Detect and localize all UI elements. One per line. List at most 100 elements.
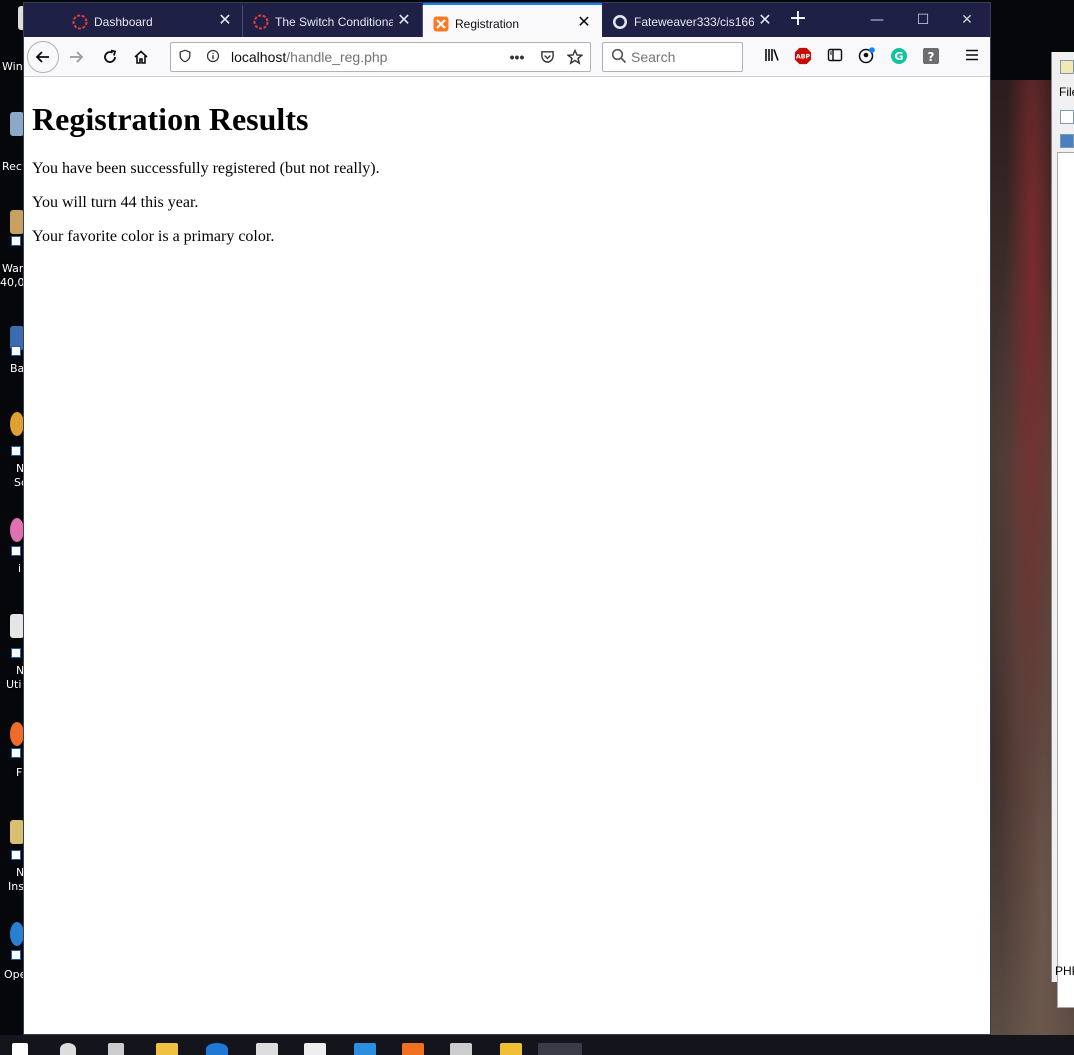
store-icon[interactable]: [256, 1043, 278, 1055]
task-view-icon[interactable]: [108, 1043, 124, 1055]
taskbar: [0, 1035, 1074, 1055]
tab-strip: Dashboard ✕ The Switch Conditional ✕ Reg…: [24, 3, 990, 37]
desktop-icon-i[interactable]: i: [0, 516, 24, 580]
notepad-taskbar-button[interactable]: [538, 1043, 582, 1055]
search-bar[interactable]: [602, 42, 743, 72]
desktop-icon-warhammer[interactable]: War 40,0: [0, 206, 25, 296]
game-icon: [10, 210, 24, 234]
tab-dashboard[interactable]: Dashboard ✕: [62, 5, 243, 37]
shortcut-arrow-icon: [11, 546, 21, 556]
svg-text:?: ?: [928, 50, 935, 64]
url-text[interactable]: localhost/handle_reg.php: [231, 49, 387, 65]
tab-github[interactable]: Fateweaver333/cis166 ✕: [602, 5, 781, 37]
xampp-icon: [433, 16, 449, 32]
shortcut-arrow-icon: [11, 236, 21, 246]
desktop-icon-windows[interactable]: Win: [0, 0, 26, 80]
desktop-icon-label: War: [2, 262, 24, 275]
url-host: localhost: [231, 49, 287, 65]
file-explorer-icon[interactable]: [156, 1043, 178, 1055]
desktop-icon-label: Rec: [2, 160, 22, 173]
desktop-icon-label: Win: [2, 60, 23, 73]
github-icon: [613, 15, 627, 29]
bookmark-star-icon[interactable]: [566, 48, 584, 65]
status-language: PHP: [1055, 964, 1074, 978]
desktop-icon-recycle-bin[interactable]: Rec: [0, 104, 24, 184]
start-icon[interactable]: [12, 1043, 28, 1055]
editor-pane[interactable]: [1057, 152, 1074, 1008]
tab-title: Registration: [455, 17, 520, 31]
search-input[interactable]: [631, 48, 739, 66]
page-actions-icon[interactable]: •••: [509, 49, 525, 65]
desktop-icon-label: Uti: [6, 678, 22, 691]
url-path: /handle_reg.php: [286, 49, 388, 65]
home-button[interactable]: [127, 43, 155, 71]
app-icon: [10, 412, 24, 436]
app-icon[interactable]: [450, 1043, 472, 1055]
edge-icon[interactable]: [206, 1043, 228, 1055]
desktop-icon-label: i: [18, 562, 22, 575]
sidebar-toggle-icon[interactable]: [825, 47, 845, 67]
address-bar[interactable]: localhost/handle_reg.php •••: [170, 42, 591, 72]
desktop-icon-label: Ins: [8, 880, 24, 893]
library-icon[interactable]: [762, 47, 782, 67]
minimize-button[interactable]: —: [854, 3, 900, 37]
close-window-button[interactable]: ✕: [944, 3, 990, 37]
shortcut-arrow-icon: [11, 446, 21, 456]
help-extension-icon[interactable]: ?: [921, 47, 941, 67]
pocket-icon[interactable]: [539, 49, 555, 65]
firefox-icon: [10, 722, 24, 746]
search-icon: [611, 48, 627, 69]
close-tab-icon[interactable]: ✕: [395, 12, 413, 30]
back-button[interactable]: [27, 41, 59, 73]
desktop-icon-f[interactable]: F: [0, 720, 24, 784]
save-icon[interactable]: [1060, 134, 1074, 148]
registration-message: You have been successfully registered (b…: [32, 160, 380, 177]
desktop-icon-n-ins[interactable]: N Ins: [0, 818, 24, 902]
page-content: Registration Results You have been succe…: [24, 78, 990, 1034]
svg-text:ABP: ABP: [796, 54, 811, 61]
menu-file[interactable]: File: [1059, 85, 1074, 99]
new-file-icon[interactable]: [1060, 60, 1074, 74]
hamburger-menu-icon[interactable]: [962, 47, 982, 67]
arrow-left-icon: [35, 51, 49, 63]
shortcut-arrow-icon: [11, 346, 21, 356]
app-icon[interactable]: [500, 1043, 522, 1055]
adblock-plus-icon[interactable]: ABP: [793, 47, 813, 67]
arrow-right-icon: [70, 51, 84, 63]
desktop-icon-n-sc[interactable]: N Sc: [0, 410, 27, 494]
tab-registration[interactable]: Registration ✕: [423, 3, 602, 37]
tab-title: The Switch Conditional: [275, 15, 393, 29]
grammarly-icon[interactable]: G: [889, 47, 909, 67]
recycle-bin-icon: [10, 112, 24, 136]
reload-button[interactable]: [96, 43, 124, 71]
desktop-icon-ope[interactable]: Ope: [0, 920, 26, 990]
page-title: Registration Results: [32, 101, 309, 137]
tab-switch-conditional[interactable]: The Switch Conditional ✕: [243, 5, 423, 37]
xampp-icon[interactable]: [402, 1043, 424, 1055]
maximize-button[interactable]: ☐: [900, 3, 946, 37]
age-message: You will turn 44 this year.: [32, 194, 199, 211]
app-icon[interactable]: [354, 1043, 376, 1055]
side-editor-window[interactable]: File PHP: [1051, 52, 1074, 1008]
forward-button[interactable]: [62, 43, 90, 71]
new-tab-button[interactable]: +: [786, 8, 810, 32]
color-message: Your favorite color is a primary color.: [32, 228, 275, 245]
desktop-icon-n-uti[interactable]: N Uti: [0, 612, 24, 696]
app-icon: [10, 518, 24, 542]
svg-text:G: G: [894, 50, 903, 63]
site-info-icon[interactable]: [205, 49, 221, 65]
shortcut-arrow-icon: [11, 748, 21, 758]
tracking-protection-shield-icon[interactable]: [177, 49, 193, 65]
shortcut-arrow-icon: [11, 648, 21, 658]
account-icon[interactable]: [857, 47, 877, 67]
open-file-icon[interactable]: [1060, 110, 1074, 124]
app-icon[interactable]: [304, 1043, 326, 1055]
reload-icon: [104, 49, 117, 63]
close-tab-icon[interactable]: ✕: [756, 12, 774, 30]
home-icon: [134, 50, 148, 64]
close-tab-icon[interactable]: ✕: [216, 12, 234, 30]
close-tab-icon[interactable]: ✕: [575, 14, 593, 32]
search-icon[interactable]: [60, 1043, 76, 1055]
browser-window: Dashboard ✕ The Switch Conditional ✕ Reg…: [23, 2, 991, 1035]
desktop-icon-ba[interactable]: Ba: [0, 324, 24, 384]
